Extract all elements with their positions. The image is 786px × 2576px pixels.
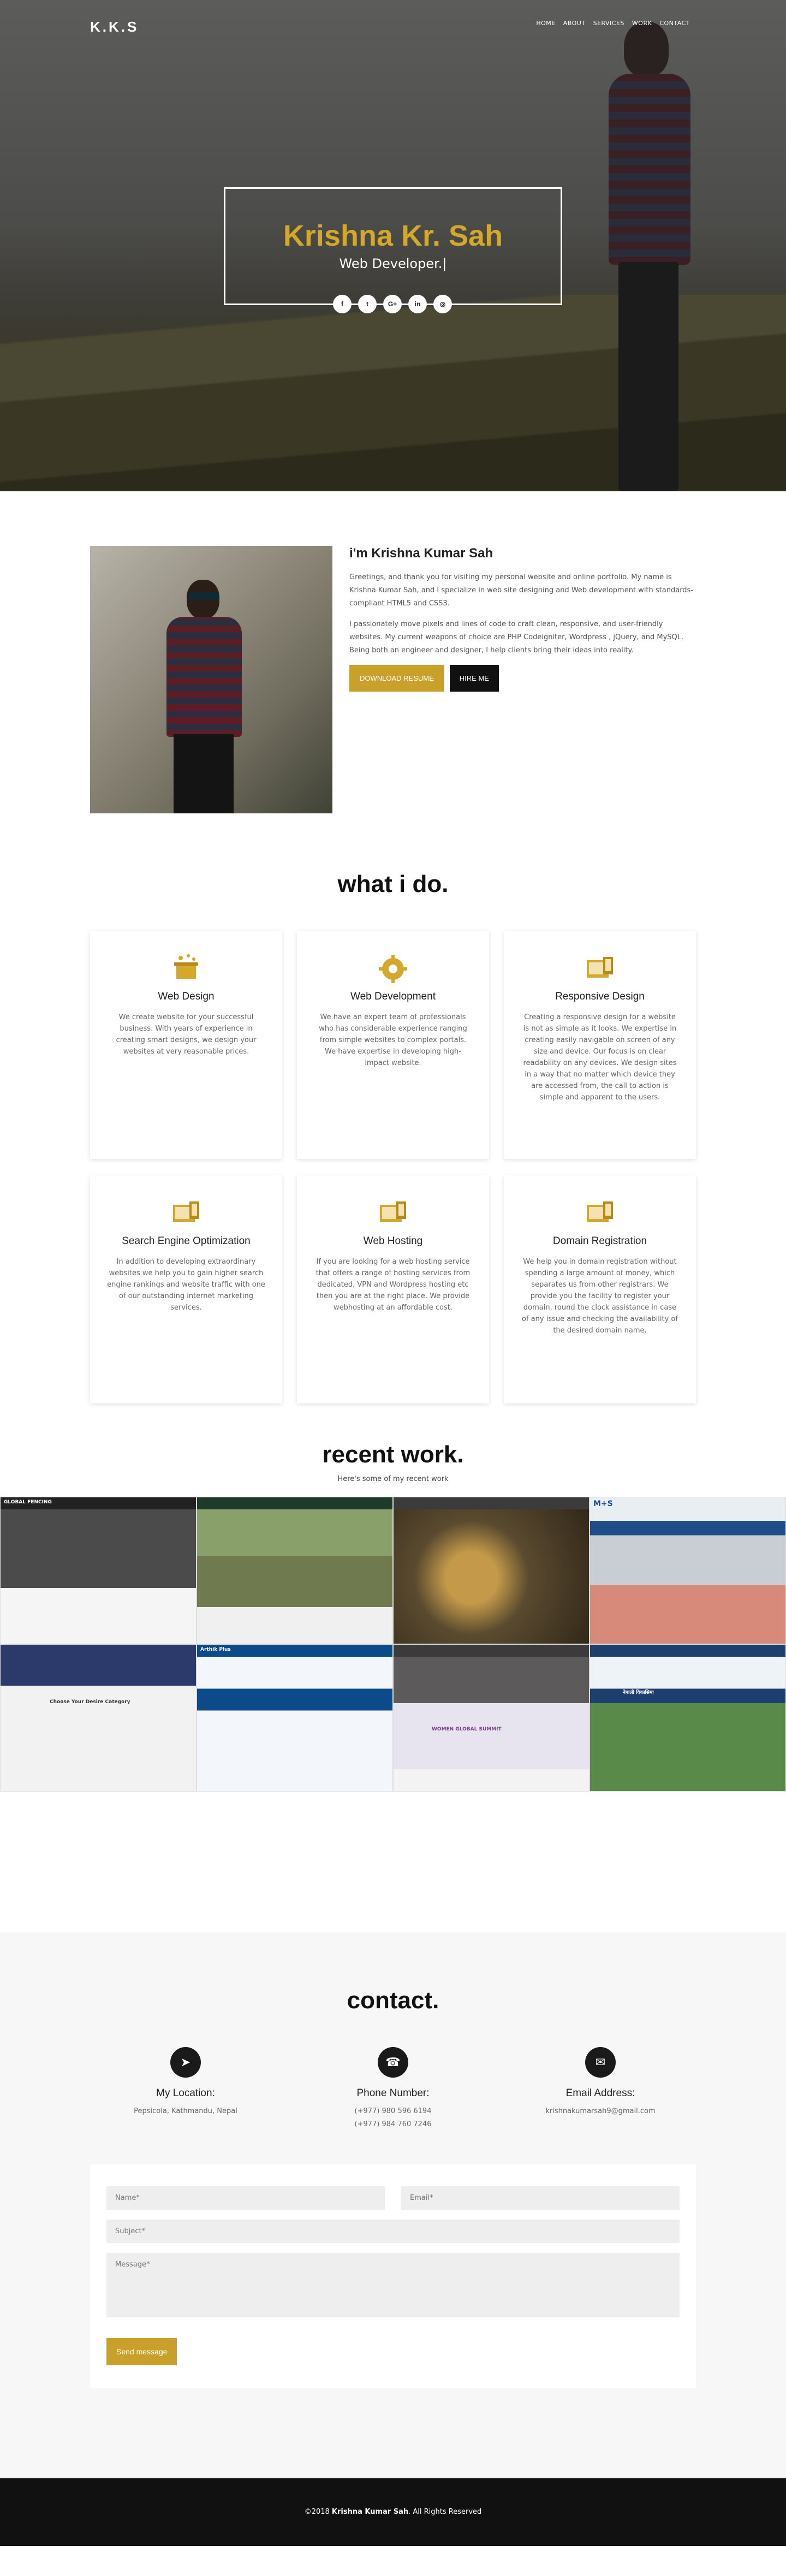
domain-registration-icon	[583, 1197, 616, 1230]
work-tile[interactable]: M+S	[590, 1497, 786, 1644]
footer-suffix: . All Rights Reserved	[408, 2508, 482, 2516]
nav-contact[interactable]: CONTACT	[659, 20, 690, 27]
site-logo[interactable]: K.K.S	[90, 19, 139, 35]
service-title: Responsive Design	[555, 991, 645, 1002]
about-text: i'm Krishna Kumar Sah Greetings, and tha…	[349, 546, 696, 692]
message-input[interactable]	[106, 2253, 680, 2317]
footer: ©2018 Krishna Kumar Sah. All Rights Rese…	[0, 2478, 786, 2546]
work-gallery: GLOBAL FENCING M+S Choose Your Desire Ca…	[0, 1497, 786, 1792]
service-title: Search Engine Optimization	[122, 1235, 251, 1247]
email-input[interactable]	[401, 2186, 680, 2210]
hero-name: Krishna Kr. Sah	[283, 219, 503, 252]
nav-about[interactable]: ABOUT	[563, 20, 586, 27]
hero-role: Web Developer.|	[339, 256, 447, 271]
contact-form: Send message	[90, 2164, 696, 2388]
phone-label: Phone Number:	[356, 2087, 430, 2099]
service-title: Domain Registration	[552, 1235, 647, 1247]
service-card: Web Design We create website for your su…	[90, 931, 282, 1159]
work-tile[interactable]: WOMEN GLOBAL SUMMIT	[393, 1644, 590, 1792]
phone-value-1: (+977) 980 596 6194	[354, 2107, 432, 2115]
work-tile-label: Choose Your Desire Category	[50, 1699, 130, 1705]
work-subtitle: Here's some of my recent work	[337, 1475, 449, 1483]
profile-photo	[90, 546, 332, 813]
subject-input[interactable]	[106, 2220, 680, 2243]
responsive-design-icon	[583, 953, 616, 985]
download-resume-button[interactable]: DOWNLOAD RESUME	[349, 665, 444, 692]
work-title: recent work.	[322, 1441, 464, 1468]
work-tile[interactable]: Choose Your Desire Category	[0, 1644, 196, 1792]
email-value: krishnakumarsah9@gmail.com	[545, 2107, 656, 2115]
service-text: We have an expert team of professionals …	[319, 1013, 467, 1067]
footer-name: Krishna Kumar Sah	[331, 2508, 409, 2516]
work-section: recent work. Here's some of my recent wo…	[0, 1441, 786, 1932]
service-text: In addition to developing extraordinary …	[107, 1258, 265, 1312]
about-paragraph-1: Greetings, and thank you for visiting my…	[349, 573, 694, 608]
work-tile[interactable]: नेपाली विकासिमा	[590, 1644, 786, 1792]
about-title: i'm Krishna Kumar Sah	[349, 546, 493, 561]
hire-me-button[interactable]: HIRE ME	[449, 665, 499, 692]
phone-value-2: (+977) 984 760 7246	[354, 2120, 432, 2128]
work-tile[interactable]	[393, 1497, 590, 1644]
work-tile[interactable]: GLOBAL FENCING	[0, 1497, 196, 1644]
email-label: Email Address:	[565, 2087, 635, 2099]
web-hosting-icon	[377, 1197, 409, 1230]
email-info: ✉ Email Address: krishnakumarsah9@gmail.…	[502, 2047, 699, 2118]
service-text: We help you in domain registration witho…	[522, 1258, 678, 1335]
location-arrow-icon: ➤	[170, 2047, 201, 2078]
location-value: Pepsicola, Kathmandu, Nepal	[134, 2107, 237, 2115]
work-tile-label: M+S	[593, 1500, 613, 1508]
service-text: We create website for your successful bu…	[116, 1013, 257, 1056]
service-card: Web Development We have an expert team o…	[297, 931, 489, 1159]
work-tile[interactable]	[196, 1497, 393, 1644]
phone-icon: ☎	[378, 2047, 408, 2078]
facebook-icon[interactable]: f	[333, 295, 352, 313]
phone-info: ☎ Phone Number: (+977) 980 596 6194 (+97…	[295, 2047, 491, 2131]
top-nav: K.K.S HOME ABOUT SERVICES WORK CONTACT	[0, 0, 786, 46]
service-title: Web Hosting	[363, 1235, 423, 1247]
hero-section: K.K.S HOME ABOUT SERVICES WORK CONTACT K…	[0, 0, 786, 491]
github-icon[interactable]: ◎	[433, 295, 452, 313]
nav-services[interactable]: SERVICES	[593, 20, 624, 27]
service-card: Search Engine Optimization In addition t…	[90, 1175, 282, 1403]
contact-title: contact.	[347, 1987, 439, 2014]
work-tile-label: नेपाली विकासिमा	[623, 1690, 654, 1695]
envelope-icon: ✉	[585, 2047, 616, 2078]
work-tile-label: WOMEN GLOBAL SUMMIT	[432, 1727, 502, 1732]
seo-icon	[170, 1197, 203, 1230]
work-tile-label: Arthik Plus	[200, 1647, 231, 1652]
location-label: My Location:	[156, 2087, 215, 2099]
twitter-icon[interactable]: t	[358, 295, 377, 313]
services-title: what i do.	[337, 871, 449, 897]
work-tile[interactable]: Arthik Plus	[196, 1644, 393, 1792]
linkedin-icon[interactable]: in	[408, 295, 427, 313]
service-title: Web Development	[350, 991, 436, 1002]
service-text: If you are looking for a web hosting ser…	[315, 1258, 471, 1312]
footer-prefix: ©2018	[304, 2508, 332, 2516]
services-section: what i do. Web Design We create website …	[0, 871, 786, 1441]
service-card: Domain Registration We help you in domai…	[504, 1175, 696, 1403]
hero-person-photo	[598, 22, 707, 491]
service-title: Web Design	[158, 991, 215, 1002]
location-info: ➤ My Location: Pepsicola, Kathmandu, Nep…	[87, 2047, 284, 2118]
hero-title-box: Krishna Kr. Sah Web Developer.|	[224, 187, 562, 305]
google-plus-icon[interactable]: G+	[383, 295, 402, 313]
contact-section: contact. ➤ My Location: Pepsicola, Kathm…	[0, 1932, 786, 2478]
service-text: Creating a responsive design for a websi…	[523, 1013, 677, 1102]
nav-work[interactable]: WORK	[632, 20, 652, 27]
send-message-button[interactable]: Send message	[106, 2338, 177, 2365]
service-card: Web Hosting If you are looking for a web…	[297, 1175, 489, 1403]
web-design-icon	[170, 953, 203, 985]
social-links: f t G+ in ◎	[333, 295, 452, 313]
about-paragraph-2: I passionately move pixels and lines of …	[349, 620, 684, 655]
work-tile-label: GLOBAL FENCING	[4, 1500, 52, 1505]
web-development-icon	[377, 953, 409, 985]
nav-home[interactable]: HOME	[536, 20, 555, 27]
about-section: i'm Krishna Kumar Sah Greetings, and tha…	[0, 491, 786, 871]
nav-menu: HOME ABOUT SERVICES WORK CONTACT	[528, 20, 690, 27]
name-input[interactable]	[106, 2186, 385, 2210]
service-card: Responsive Design Creating a responsive …	[504, 931, 696, 1159]
